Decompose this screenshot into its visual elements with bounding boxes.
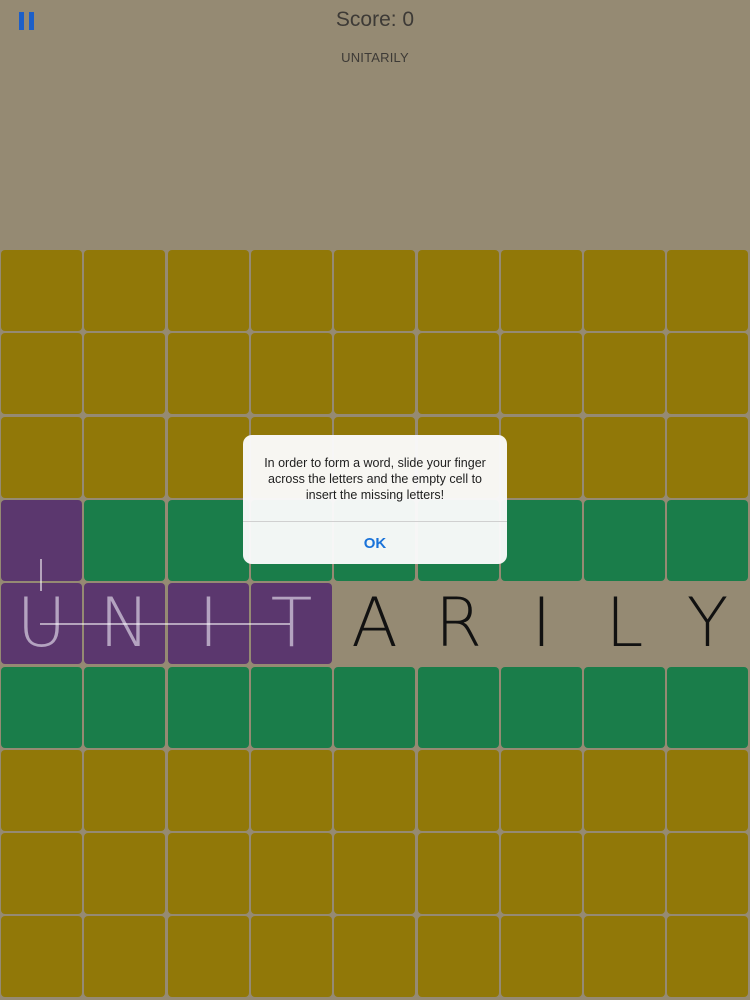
board-cell[interactable]: [584, 916, 665, 997]
board-cell[interactable]: [1, 667, 82, 748]
board-cell[interactable]: [667, 667, 748, 748]
board-cell[interactable]: [334, 250, 415, 331]
board-cell[interactable]: [84, 250, 165, 331]
dialog-message: In order to form a word, slide your fing…: [264, 456, 486, 502]
board-cell[interactable]: [84, 916, 165, 997]
board-cell[interactable]: [168, 417, 249, 498]
board-cell[interactable]: Y: [667, 583, 748, 664]
board-cell[interactable]: [168, 333, 249, 414]
board-cell[interactable]: [84, 500, 165, 581]
board-cell[interactable]: [667, 417, 748, 498]
board-cell[interactable]: [1, 417, 82, 498]
board-cell[interactable]: [667, 916, 748, 997]
board-cell[interactable]: I: [501, 583, 582, 664]
cell-letter: I: [531, 583, 552, 663]
board-cell[interactable]: [667, 500, 748, 581]
selection-path: [40, 559, 42, 591]
board-cell[interactable]: [584, 333, 665, 414]
board-cell[interactable]: [168, 250, 249, 331]
board-cell[interactable]: [84, 333, 165, 414]
board-cell[interactable]: [251, 250, 332, 331]
board-cell[interactable]: [501, 417, 582, 498]
board-cell[interactable]: [667, 750, 748, 831]
board-cell[interactable]: [251, 750, 332, 831]
board-cell[interactable]: [584, 250, 665, 331]
board-cell[interactable]: [584, 500, 665, 581]
board-cell[interactable]: [501, 250, 582, 331]
board-cell[interactable]: [501, 916, 582, 997]
board-cell[interactable]: [168, 667, 249, 748]
board-cell[interactable]: [168, 833, 249, 914]
instruction-dialog: In order to form a word, slide your fing…: [243, 435, 507, 564]
board-cell[interactable]: [84, 750, 165, 831]
board-cell[interactable]: [84, 833, 165, 914]
board-cell[interactable]: [251, 667, 332, 748]
board-cell[interactable]: [334, 833, 415, 914]
board-cell[interactable]: [584, 750, 665, 831]
board-cell[interactable]: A: [334, 583, 415, 664]
board-cell[interactable]: [501, 833, 582, 914]
board-cell[interactable]: [168, 750, 249, 831]
board-cell[interactable]: [168, 500, 249, 581]
board-cell[interactable]: [334, 333, 415, 414]
board-cell[interactable]: [418, 750, 499, 831]
board-cell[interactable]: [418, 333, 499, 414]
ok-button[interactable]: OK: [243, 522, 507, 564]
score-label: Score: 0: [335, 8, 415, 31]
board-cell[interactable]: [1, 916, 82, 997]
board-cell[interactable]: [418, 667, 499, 748]
board-cell[interactable]: [501, 333, 582, 414]
board-cell[interactable]: [501, 750, 582, 831]
board-cell[interactable]: [168, 916, 249, 997]
board-cell[interactable]: [334, 916, 415, 997]
board-cell[interactable]: [1, 250, 82, 331]
game-board: UNITARILY: [0, 249, 750, 1000]
selection-path: [40, 623, 290, 625]
target-word: UNITARILY: [341, 50, 409, 65]
board-cell[interactable]: [418, 833, 499, 914]
cell-letter: R: [434, 583, 483, 663]
board-cell[interactable]: [1, 750, 82, 831]
board-cell[interactable]: [251, 833, 332, 914]
board-cell[interactable]: [501, 667, 582, 748]
board-cell[interactable]: [84, 417, 165, 498]
board-cell[interactable]: [501, 500, 582, 581]
board-cell[interactable]: [1, 833, 82, 914]
board-cell[interactable]: [584, 417, 665, 498]
board-cell[interactable]: [667, 250, 748, 331]
cell-letter: L: [605, 583, 644, 663]
board-cell[interactable]: [584, 667, 665, 748]
board-cell[interactable]: L: [584, 583, 665, 664]
board-cell[interactable]: R: [418, 583, 499, 664]
board-cell[interactable]: [667, 333, 748, 414]
board-cell[interactable]: [1, 333, 82, 414]
board-cell[interactable]: [584, 833, 665, 914]
board-cell[interactable]: [251, 333, 332, 414]
board-cell[interactable]: [418, 916, 499, 997]
board-cell[interactable]: [334, 750, 415, 831]
board-cell[interactable]: [334, 667, 415, 748]
cell-letter: Y: [686, 583, 729, 663]
board-cell[interactable]: [667, 833, 748, 914]
board-cell[interactable]: [251, 916, 332, 997]
board-cell[interactable]: [84, 667, 165, 748]
board-cell[interactable]: [418, 250, 499, 331]
cell-letter: A: [351, 583, 398, 663]
